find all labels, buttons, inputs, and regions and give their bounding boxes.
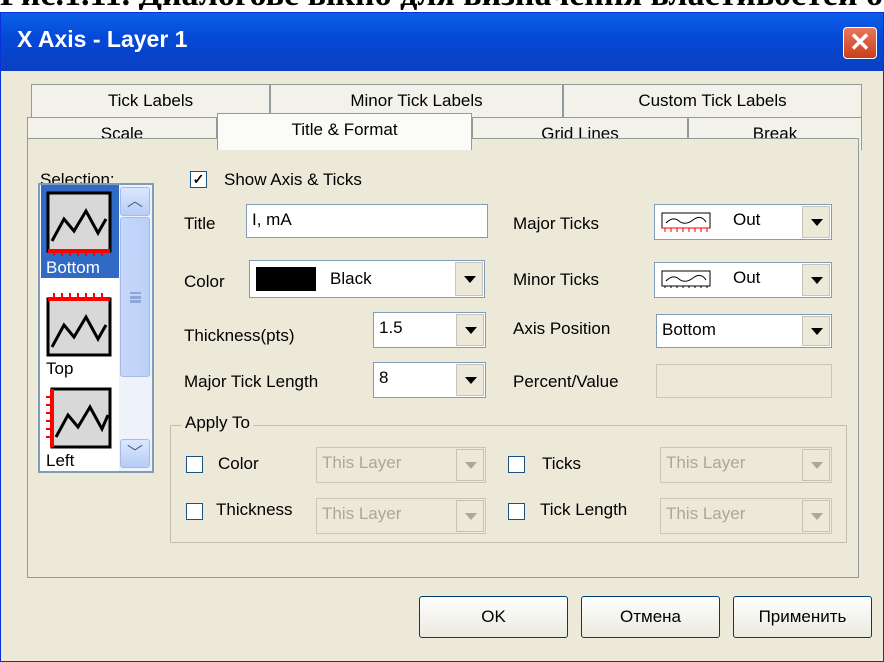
tick-out-icon bbox=[661, 212, 711, 232]
chevron-down-icon[interactable] bbox=[456, 364, 484, 396]
chevron-down-icon: ﹀ bbox=[126, 445, 143, 462]
apply-color-checkbox[interactable] bbox=[186, 456, 203, 473]
color-swatch bbox=[256, 267, 316, 291]
apply-tick-length-value: This Layer bbox=[666, 504, 746, 523]
apply-tick-length-select[interactable]: This Layer bbox=[660, 498, 832, 534]
apply-thickness-select[interactable]: This Layer bbox=[316, 498, 486, 534]
selection-list[interactable]: Bottom Top Left ︿ ﹀ bbox=[38, 183, 154, 473]
axis-position-label: Axis Position bbox=[513, 319, 611, 338]
list-item-bottom[interactable]: Bottom bbox=[46, 258, 100, 278]
show-axis-checkbox[interactable]: ✓ bbox=[190, 171, 207, 188]
cancel-button[interactable]: Отмена bbox=[581, 596, 720, 638]
apply-color-select[interactable]: This Layer bbox=[316, 447, 486, 483]
chevron-down-icon[interactable] bbox=[802, 449, 830, 481]
apply-thickness-checkbox[interactable] bbox=[186, 503, 203, 520]
minor-ticks-select[interactable]: Out bbox=[654, 262, 832, 298]
tab-custom-tick-labels[interactable]: Custom Tick Labels bbox=[563, 84, 862, 117]
checkmark-icon: ✓ bbox=[192, 171, 205, 187]
thickness-select[interactable]: 1.5 bbox=[373, 312, 486, 348]
scroll-up-button[interactable]: ︿ bbox=[120, 187, 150, 216]
major-ticks-label: Major Ticks bbox=[513, 214, 599, 233]
apply-thickness-label: Thickness bbox=[216, 500, 293, 519]
apply-tick-length-checkbox[interactable] bbox=[508, 503, 525, 520]
axis-position-select[interactable]: Bottom bbox=[656, 314, 832, 348]
apply-ticks-checkbox[interactable] bbox=[508, 456, 525, 473]
minor-ticks-label: Minor Ticks bbox=[513, 270, 599, 289]
tick-length-select[interactable]: 8 bbox=[373, 362, 486, 398]
chevron-down-icon[interactable] bbox=[802, 316, 830, 346]
close-button[interactable]: ✕ bbox=[843, 27, 877, 59]
chevron-down-icon[interactable] bbox=[802, 500, 830, 532]
window-title: X Axis - Layer 1 bbox=[17, 26, 188, 52]
axis-top-icon[interactable] bbox=[44, 291, 114, 359]
apply-ticks-value: This Layer bbox=[666, 453, 746, 472]
chevron-down-icon[interactable] bbox=[456, 314, 484, 346]
tick-out-icon bbox=[661, 270, 711, 288]
scroll-thumb[interactable] bbox=[120, 217, 150, 377]
apply-thickness-value: This Layer bbox=[322, 504, 402, 523]
thickness-value: 1.5 bbox=[379, 318, 403, 337]
grip-icon bbox=[130, 292, 141, 295]
color-label: Color bbox=[184, 272, 225, 291]
percent-value-label: Percent/Value bbox=[513, 372, 619, 391]
document-caption: Рис.1.11. Диалогове вікно для визначення… bbox=[0, 0, 884, 10]
scroll-down-button[interactable]: ﹀ bbox=[120, 439, 150, 468]
tab-title-format[interactable]: Title & Format bbox=[217, 113, 472, 150]
axis-bottom-icon[interactable] bbox=[44, 189, 114, 257]
ok-button[interactable]: OK bbox=[419, 596, 568, 638]
axis-left-icon[interactable] bbox=[44, 385, 114, 453]
title-label: Title bbox=[184, 214, 216, 233]
close-icon: ✕ bbox=[849, 27, 871, 57]
tick-length-label: Major Tick Length bbox=[184, 372, 319, 391]
list-item-top[interactable]: Top bbox=[46, 359, 73, 379]
axis-position-value: Bottom bbox=[662, 320, 716, 339]
list-item-left[interactable]: Left bbox=[46, 451, 74, 471]
apply-tick-length-label: Tick Length bbox=[540, 500, 628, 519]
selection-scrollbar[interactable]: ︿ ﹀ bbox=[119, 185, 152, 471]
apply-ticks-label: Ticks bbox=[542, 454, 582, 473]
color-value: Black bbox=[330, 269, 372, 288]
show-axis-label: Show Axis & Ticks bbox=[224, 170, 362, 189]
apply-to-legend: Apply To bbox=[182, 413, 253, 433]
color-select[interactable]: Black bbox=[249, 260, 485, 298]
chevron-down-icon[interactable] bbox=[456, 500, 484, 532]
chevron-down-icon[interactable] bbox=[456, 449, 484, 481]
percent-value-input[interactable] bbox=[656, 364, 832, 398]
apply-button[interactable]: Применить bbox=[733, 596, 872, 638]
apply-color-label: Color bbox=[218, 454, 259, 473]
minor-ticks-value: Out bbox=[733, 268, 761, 287]
tick-length-value: 8 bbox=[379, 368, 389, 387]
chevron-up-icon: ︿ bbox=[126, 193, 143, 210]
apply-color-value: This Layer bbox=[322, 453, 402, 472]
title-input[interactable]: I, mA bbox=[246, 204, 488, 238]
title-bar[interactable]: X Axis - Layer 1 ✕ bbox=[1, 13, 883, 71]
major-ticks-value: Out bbox=[733, 210, 761, 229]
thickness-label: Thickness(pts) bbox=[184, 326, 295, 345]
chevron-down-icon[interactable] bbox=[802, 264, 830, 296]
major-ticks-select[interactable]: Out bbox=[654, 204, 832, 240]
apply-ticks-select[interactable]: This Layer bbox=[660, 447, 832, 483]
chevron-down-icon[interactable] bbox=[455, 262, 483, 296]
chevron-down-icon[interactable] bbox=[802, 206, 830, 238]
